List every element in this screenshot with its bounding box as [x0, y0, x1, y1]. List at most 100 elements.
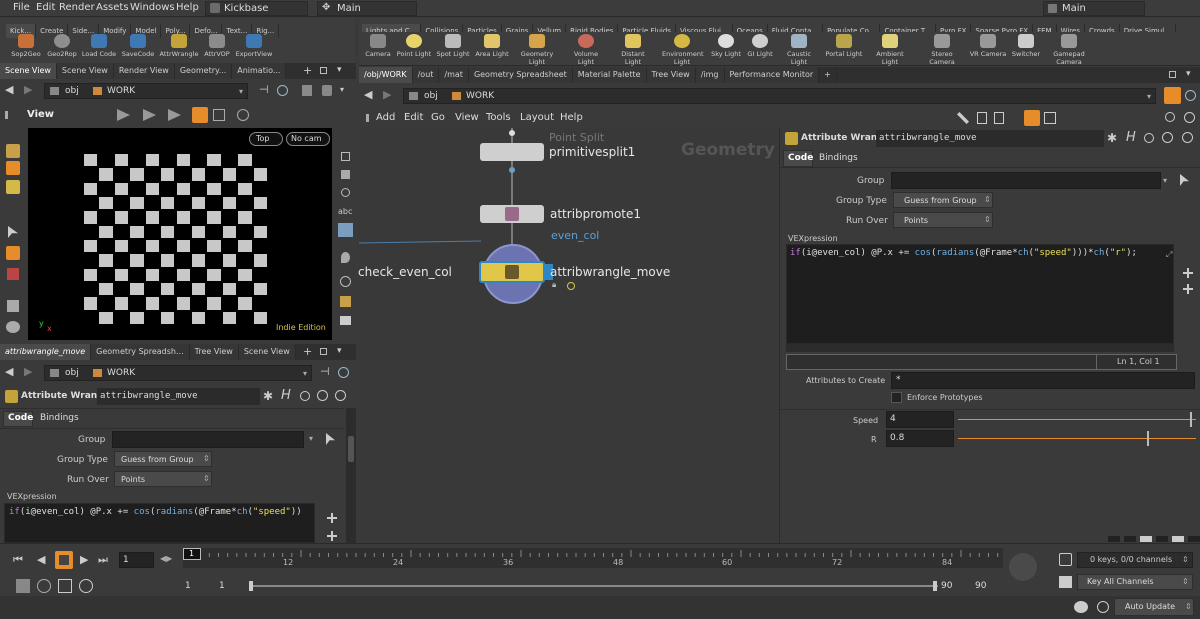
- pin-icon[interactable]: [1164, 87, 1181, 104]
- select-arrow-icon[interactable]: [1180, 174, 1189, 186]
- shelf-tab[interactable]: Lights and C...: [362, 24, 422, 32]
- path-work[interactable]: WORK: [466, 91, 494, 101]
- dropdown-icon[interactable]: ▾: [1147, 92, 1151, 101]
- text-icon[interactable]: abc: [338, 207, 352, 216]
- shelf-tab[interactable]: Rigid Bodies: [566, 24, 619, 32]
- subtab-bindings[interactable]: Bindings: [819, 153, 858, 163]
- tree-icon[interactable]: [977, 112, 987, 124]
- tab-scene-view[interactable]: Scene View: [0, 63, 57, 79]
- run-over-select[interactable]: Points ⇕: [114, 471, 212, 487]
- viewer-path-field[interactable]: obj WORK ▾: [44, 83, 248, 99]
- tool-attr-vop[interactable]: AttrVOP: [197, 34, 237, 58]
- loop-icon[interactable]: [58, 579, 72, 593]
- tab-scene-view-2[interactable]: Scene View: [56, 63, 114, 79]
- first-frame-icon[interactable]: ⏮: [13, 553, 23, 567]
- link-icon[interactable]: [1185, 90, 1196, 101]
- right-context-selector[interactable]: Main: [1043, 1, 1145, 16]
- tab-animation[interactable]: Animatio...: [232, 63, 287, 79]
- network-path-field[interactable]: obj WORK ▾: [403, 88, 1156, 104]
- help-icon[interactable]: [317, 390, 328, 401]
- stop-icon[interactable]: [55, 551, 73, 569]
- tool-spot-light[interactable]: Spot Light: [433, 34, 473, 58]
- menu-help[interactable]: Help: [560, 112, 583, 123]
- list-icon[interactable]: [994, 112, 1004, 124]
- lock-icon[interactable]: 🔒︎: [552, 280, 556, 290]
- menu-windows[interactable]: Windows: [130, 2, 175, 13]
- tool-geo2rop[interactable]: Geo2Rop: [42, 34, 82, 58]
- shelf-tab[interactable]: Fluid Conta...: [767, 24, 824, 32]
- sun-icon[interactable]: [567, 282, 575, 290]
- sphere-icon[interactable]: [341, 188, 350, 197]
- chat-icon[interactable]: [1074, 601, 1088, 613]
- add-tab-icon[interactable]: +: [303, 345, 312, 358]
- pin2-icon[interactable]: [341, 252, 350, 263]
- image-icon[interactable]: [338, 223, 353, 237]
- cam-icon[interactable]: [322, 85, 332, 96]
- group-input[interactable]: [112, 431, 304, 448]
- tab-out[interactable]: /out: [412, 67, 440, 83]
- range-start[interactable]: 1: [185, 581, 191, 591]
- camera2-icon[interactable]: [340, 316, 351, 325]
- tool-volume-light[interactable]: Volume Light: [566, 34, 606, 66]
- subtab-code[interactable]: Code: [788, 153, 813, 163]
- tool-load-code[interactable]: Load Code: [79, 34, 119, 58]
- tool-switcher[interactable]: Switcher: [1006, 34, 1046, 58]
- tab-geometry-spreadsheet[interactable]: Geometry Spreadsheet: [468, 67, 573, 83]
- desktop-selector[interactable]: Kickbase: [205, 1, 308, 16]
- range-end-2[interactable]: 90: [975, 581, 986, 591]
- info-icon[interactable]: [335, 390, 346, 401]
- tab-scene-view[interactable]: Scene View: [238, 344, 296, 360]
- path-work[interactable]: WORK: [107, 86, 135, 96]
- pane-menu-icon[interactable]: ▾: [337, 346, 342, 356]
- select-tool-icon[interactable]: [117, 109, 130, 121]
- speed-slider-track[interactable]: [958, 419, 1196, 420]
- tab-geometry[interactable]: Geometry...: [174, 63, 233, 79]
- gear-icon[interactable]: ✱: [1107, 131, 1117, 145]
- pane-menu-icon[interactable]: ▾: [1186, 69, 1191, 79]
- path-obj[interactable]: obj: [65, 368, 79, 378]
- context-selector[interactable]: ✥ Main: [317, 1, 417, 16]
- group-dropdown-icon[interactable]: ▾: [309, 434, 313, 443]
- group-dropdown-icon[interactable]: ▾: [1163, 176, 1167, 185]
- r-slider-track[interactable]: [958, 438, 1196, 439]
- info-icon[interactable]: [340, 276, 351, 287]
- shelf-tab[interactable]: Particle Fluids: [618, 24, 676, 32]
- tab-tree-view[interactable]: Tree View: [646, 67, 696, 83]
- snap-icon[interactable]: [213, 109, 225, 121]
- tab-mat[interactable]: /mat: [439, 67, 469, 83]
- last-frame-icon[interactable]: ⏭: [98, 553, 108, 567]
- shelf-tab[interactable]: Particles: [463, 24, 502, 32]
- frame-step-icon[interactable]: ◀▶: [160, 554, 172, 563]
- forward-arrow-icon[interactable]: ▶: [24, 83, 32, 96]
- more-icon[interactable]: ▾: [340, 85, 344, 94]
- tool-distant-light[interactable]: Distant Light: [613, 34, 653, 66]
- node-name-field[interactable]: attribwrangle_move: [876, 130, 1104, 147]
- grid-view-icon[interactable]: [1024, 110, 1040, 126]
- group-type-select[interactable]: Guess from Group ⇕: [114, 451, 212, 467]
- path-obj[interactable]: obj: [65, 86, 79, 96]
- search-icon[interactable]: [1144, 133, 1154, 143]
- playhead[interactable]: 1: [183, 548, 201, 560]
- add-tab-icon[interactable]: +: [303, 64, 312, 77]
- add-channel-icon[interactable]: [1183, 284, 1193, 294]
- tab-obj-work[interactable]: /obj/WORK: [359, 67, 413, 83]
- tool-attr-wrangle[interactable]: AttrWrangle: [159, 34, 199, 58]
- vex-editor[interactable]: if(i@even_col) @P.x += cos(radians(@Fram…: [4, 503, 315, 543]
- auto-update-button[interactable]: Auto Update ⇕: [1114, 598, 1194, 616]
- view-icon[interactable]: [237, 109, 249, 121]
- path-obj[interactable]: obj: [424, 91, 438, 101]
- pane-menu-icon[interactable]: ▾: [337, 65, 342, 75]
- lower-scrollbar[interactable]: [346, 408, 356, 543]
- handle-tool-icon[interactable]: [192, 107, 208, 123]
- network-canvas[interactable]: Geometry Point Split primitivesplit1 att…: [358, 128, 777, 543]
- node-attribpromote1[interactable]: [480, 205, 544, 223]
- tool-portal-light[interactable]: Portal Light: [824, 34, 864, 58]
- menu-tools[interactable]: Tools: [486, 112, 511, 123]
- pointer-icon[interactable]: [8, 226, 18, 238]
- gear-icon[interactable]: ✱: [263, 389, 273, 403]
- camera-menu[interactable]: No cam: [286, 132, 330, 146]
- speed-input[interactable]: 4: [886, 411, 954, 428]
- tool-icon[interactable]: [7, 268, 19, 280]
- shelf-tab[interactable]: Oceans: [732, 24, 768, 32]
- tool-sop2geo[interactable]: Sop2Geo: [6, 34, 46, 58]
